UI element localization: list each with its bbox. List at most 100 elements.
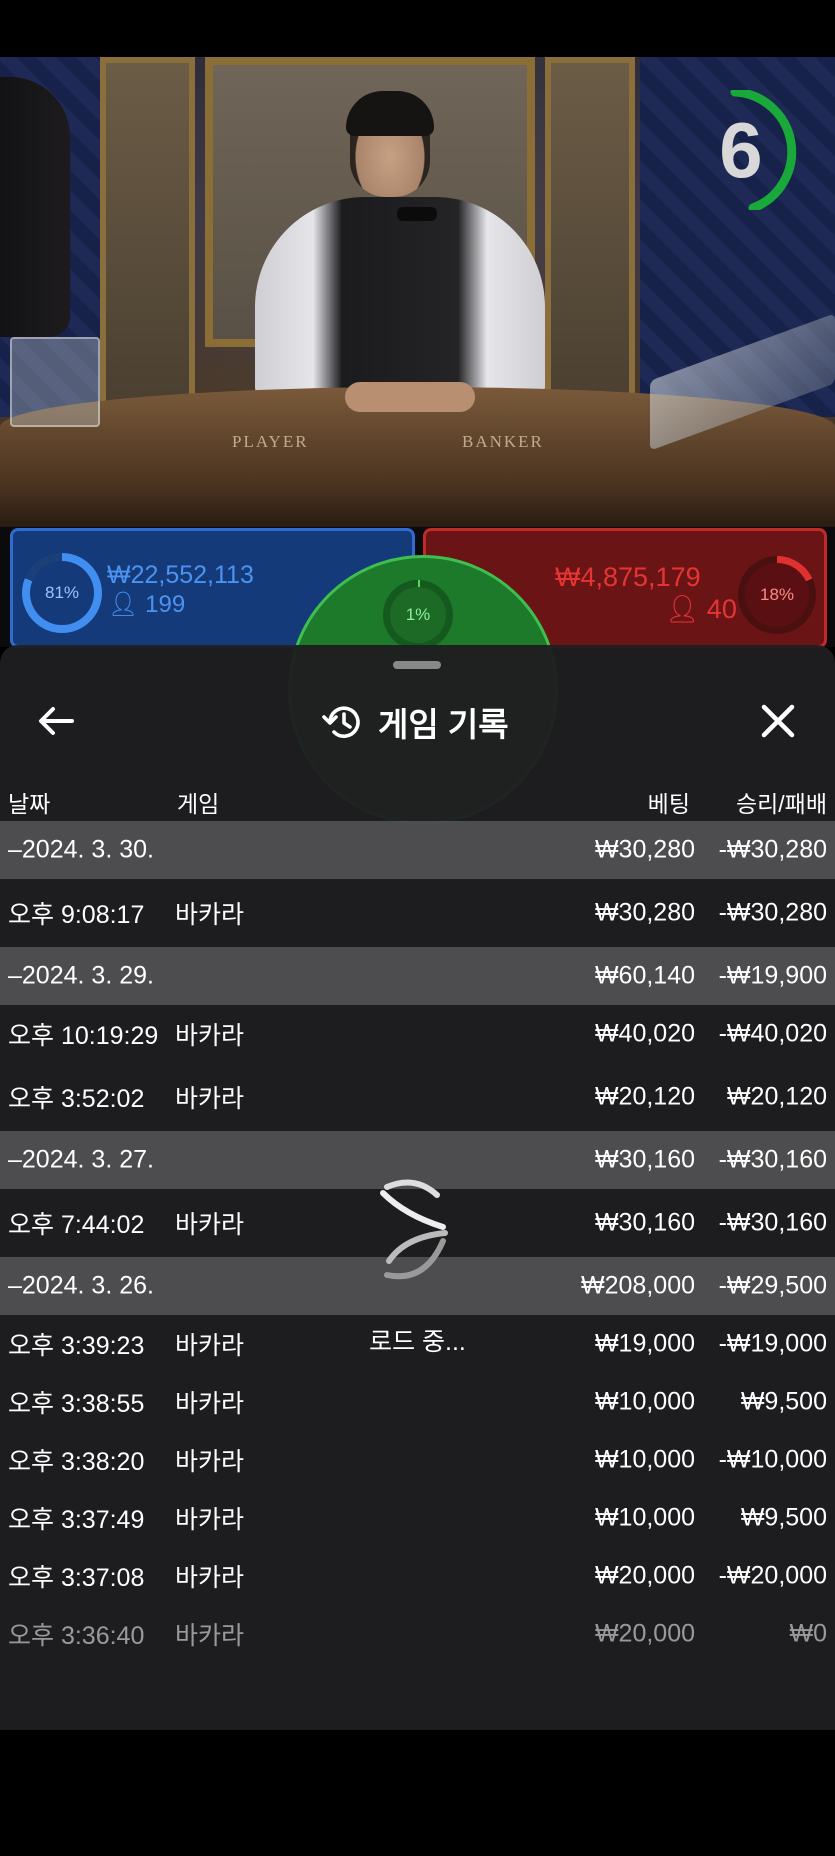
tie-percent: 1%	[390, 587, 446, 643]
row-date-label: –2024. 3. 27.	[8, 1145, 154, 1174]
loading-spinner	[375, 1175, 455, 1290]
row-time: 오후 3:38:55	[8, 1390, 145, 1418]
close-icon	[761, 704, 795, 738]
timer-value: 6	[719, 106, 763, 194]
person-silhouette	[0, 77, 70, 337]
sheet-grabber[interactable]	[393, 661, 441, 669]
table-label-player: PLAYER	[232, 432, 309, 451]
row-bet: ₩10,000	[594, 1445, 695, 1474]
row-time: 오후 3:37:08	[8, 1564, 145, 1592]
dealer-hands	[345, 382, 475, 412]
countdown-timer: 6	[705, 90, 805, 210]
row-game: 바카라	[175, 1211, 245, 1239]
user-icon: 👤︎	[108, 591, 139, 618]
row-bet: ₩30,280	[594, 835, 695, 864]
row-bet: ₩60,140	[594, 961, 695, 990]
row-date-label: –2024. 3. 30.	[8, 835, 154, 864]
loading-text: 로드 중...	[369, 1328, 466, 1356]
row-game: 바카라	[175, 1448, 245, 1476]
row-game: 바카라	[175, 1622, 245, 1650]
row-win-loss: -₩30,280	[718, 835, 827, 864]
row-game: 바카라	[175, 1390, 245, 1418]
history-row[interactable]: 오후 3:52:02 바카라 ₩20,120 ₩20,120	[0, 1063, 835, 1131]
row-win-loss: ₩20,120	[726, 1082, 827, 1111]
row-bet: ₩208,000	[581, 1271, 695, 1300]
banker-count-value: 40	[706, 594, 737, 624]
row-time: 오후 3:39:23	[8, 1332, 145, 1360]
row-win-loss: -₩20,000	[718, 1561, 827, 1590]
col-bet: 베팅	[647, 791, 690, 817]
table-label-banker: BANKER	[462, 432, 544, 451]
row-bet: ₩30,160	[594, 1145, 695, 1174]
banker-count: 👤︎ 40	[665, 593, 737, 625]
row-win-loss: ₩0	[789, 1619, 828, 1648]
history-row[interactable]: 오후 3:37:08 바카라 ₩20,000 -₩20,000	[0, 1547, 835, 1605]
row-game: 바카라	[175, 1022, 245, 1050]
close-button[interactable]	[752, 697, 804, 745]
row-win-loss: ₩9,500	[740, 1387, 827, 1416]
sheet-title: 게임 기록	[378, 706, 509, 743]
row-win-loss: -₩10,000	[718, 1445, 827, 1474]
row-win-loss: -₩19,900	[718, 961, 827, 990]
row-time: 오후 10:19:29	[8, 1022, 159, 1050]
banker-total-amount: ₩4,875,179	[555, 562, 701, 592]
row-bet: ₩30,160	[594, 1208, 695, 1237]
banker-percent: 18%	[745, 563, 809, 627]
bottom-black-bar	[0, 1730, 835, 1856]
history-column-headers: 날짜 게임 베팅 승리/패배	[0, 775, 835, 823]
row-game: 바카라	[175, 1564, 245, 1592]
row-win-loss: -₩30,160	[718, 1208, 827, 1237]
row-win-loss: -₩40,020	[718, 1019, 827, 1048]
user-icon: 👤︎	[665, 594, 700, 624]
history-row[interactable]: 오후 3:38:55 바카라 ₩10,000 ₩9,500	[0, 1373, 835, 1431]
player-total-amount: ₩22,552,113	[107, 561, 254, 589]
player-count-value: 199	[145, 591, 186, 618]
arrow-left-icon	[39, 707, 74, 735]
back-button[interactable]	[30, 699, 82, 743]
dealer-bowtie	[397, 207, 437, 221]
row-win-loss: -₩30,280	[718, 898, 827, 927]
history-date-row: –2024. 3. 29. ₩60,140 -₩19,900	[0, 947, 835, 1005]
wall-panel	[545, 57, 635, 417]
row-bet: ₩40,020	[594, 1019, 695, 1048]
history-row[interactable]: 오후 9:08:17 바카라 ₩30,280 -₩30,280	[0, 879, 835, 947]
row-bet: ₩20,000	[594, 1561, 695, 1590]
card-box	[10, 337, 100, 427]
row-time: 오후 9:08:17	[8, 901, 145, 929]
row-time: 오후 3:37:49	[8, 1506, 145, 1534]
spinner-icon	[380, 1179, 448, 1280]
history-row[interactable]: 오후 10:19:29 바카라 ₩40,020 -₩40,020	[0, 1005, 835, 1063]
row-win-loss: -₩30,160	[718, 1145, 827, 1174]
player-count: 👤︎ 199	[108, 590, 185, 619]
row-bet: ₩20,120	[594, 1082, 695, 1111]
history-clock-icon	[322, 706, 360, 738]
row-date-label: –2024. 3. 26.	[8, 1271, 154, 1300]
col-game: 게임	[177, 791, 220, 817]
history-row[interactable]: 오후 3:37:49 바카라 ₩10,000 ₩9,500	[0, 1489, 835, 1547]
sheet-header: 게임 기록	[0, 681, 835, 761]
row-bet: ₩30,280	[594, 898, 695, 927]
row-bet: ₩19,000	[594, 1329, 695, 1358]
row-bet: ₩10,000	[594, 1503, 695, 1532]
wall-panel	[100, 57, 195, 417]
row-game: 바카라	[175, 1085, 245, 1113]
row-game: 바카라	[175, 1506, 245, 1534]
history-row[interactable]: 오후 3:36:40 바카라 ₩20,000 ₩0	[0, 1605, 835, 1663]
sheet-title-group: 게임 기록	[322, 699, 509, 745]
row-time: 오후 7:44:02	[8, 1211, 145, 1239]
history-row[interactable]: 오후 3:38:20 바카라 ₩10,000 -₩10,000	[0, 1431, 835, 1489]
row-win-loss: -₩19,000	[718, 1329, 827, 1358]
row-date-label: –2024. 3. 29.	[8, 961, 154, 990]
row-time: 오후 3:36:40	[8, 1622, 145, 1650]
row-bet: ₩10,000	[594, 1387, 695, 1416]
row-time: 오후 3:38:20	[8, 1448, 145, 1476]
row-time: 오후 3:52:02	[8, 1085, 145, 1113]
col-win-loss: 승리/패배	[735, 791, 827, 817]
row-bet: ₩20,000	[594, 1619, 695, 1648]
row-game: 바카라	[175, 1332, 245, 1360]
col-date: 날짜	[8, 791, 51, 817]
row-win-loss: -₩29,500	[718, 1271, 827, 1300]
dealer-body	[255, 197, 545, 407]
row-game: 바카라	[175, 901, 245, 929]
row-win-loss: ₩9,500	[740, 1503, 827, 1532]
